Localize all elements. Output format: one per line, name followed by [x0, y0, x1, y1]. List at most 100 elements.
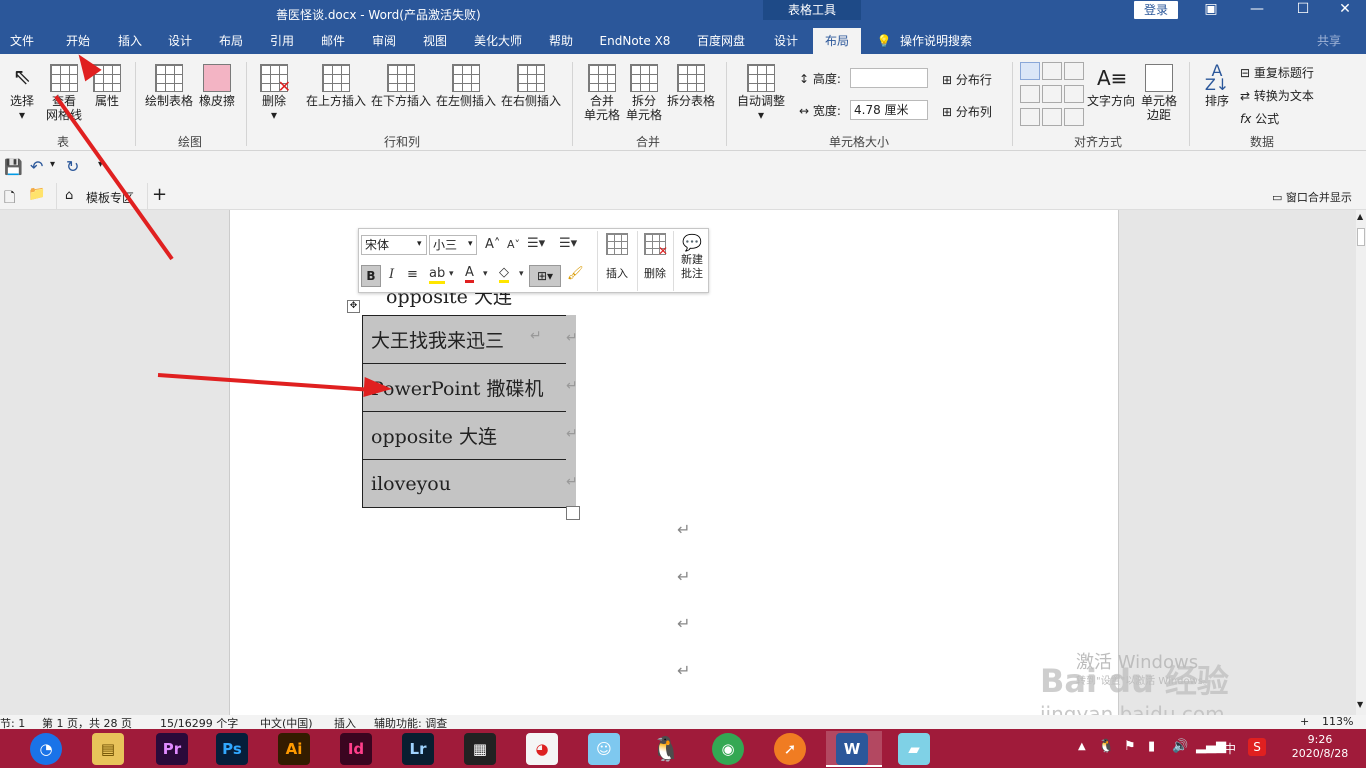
new-comment-button[interactable]: 💬 新建 批注	[675, 233, 709, 281]
tab-insert[interactable]: 插入	[108, 28, 152, 54]
premiere-icon[interactable]: Pr	[156, 733, 188, 765]
tab-layout[interactable]: 布局	[209, 28, 253, 54]
italic-icon[interactable]: I	[389, 267, 394, 282]
indesign-icon[interactable]: Id	[340, 733, 372, 765]
redo-icon[interactable]: ↻	[66, 157, 79, 176]
insert-above-button[interactable]: 在上方插入	[306, 64, 366, 108]
split-cells-button[interactable]: 拆分 单元格	[624, 64, 664, 122]
highlight-icon[interactable]: ab	[429, 266, 446, 284]
align-top-center-icon[interactable]	[1042, 62, 1062, 80]
font-dropdown-icon[interactable]: ▾	[417, 239, 422, 249]
font-color-dropdown-icon[interactable]: ▾	[483, 269, 488, 279]
bold-icon[interactable]: B	[361, 265, 381, 287]
text-direction-button[interactable]: A≡ 文字方向	[1086, 64, 1136, 108]
tab-endnote[interactable]: EndNote X8	[592, 28, 678, 54]
scroll-down-icon[interactable]: ▼	[1357, 700, 1363, 709]
format-painter-icon[interactable]: 🖌	[567, 266, 584, 281]
app-bird-icon[interactable]: ➚	[774, 733, 806, 765]
tab-design[interactable]: 设计	[158, 28, 202, 54]
table-cell[interactable]: PowerPoint 撒碟机	[362, 363, 567, 412]
convert-to-text-button[interactable]: ⇄ 转换为文本	[1240, 87, 1314, 104]
eraser-button[interactable]: 橡皮擦	[198, 64, 236, 108]
video-editor-icon[interactable]: ▦	[464, 733, 496, 765]
view-gridlines-button[interactable]: 查看 网格线	[44, 64, 84, 122]
align-middle-center-icon[interactable]	[1042, 85, 1062, 103]
distribute-rows-button[interactable]: ⊞ 分布行	[942, 71, 992, 88]
select-button[interactable]: ⇖ 选择 ▾	[6, 64, 38, 122]
bullets-icon[interactable]: ☰▾	[527, 236, 545, 251]
window-merge-button[interactable]: ▭ 窗口合并显示	[1272, 189, 1352, 205]
insert-right-button[interactable]: 在右侧插入	[501, 64, 561, 108]
new-document-icon[interactable]: 🗋	[4, 187, 15, 211]
sogou-ime-icon[interactable]: S	[1248, 738, 1266, 756]
delete-button[interactable]: ✕ 删除 ▾	[256, 64, 292, 122]
tray-expand-icon[interactable]: ▲	[1078, 741, 1086, 752]
align-top-left-icon[interactable]	[1020, 62, 1040, 80]
width-input[interactable]: 4.78 厘米	[850, 100, 928, 120]
tray-flag-icon[interactable]: ⚑	[1124, 739, 1136, 754]
shading-dropdown-icon[interactable]: ▾	[519, 269, 524, 279]
merge-cells-button[interactable]: 合并 单元格	[582, 64, 622, 122]
align-top-right-icon[interactable]	[1064, 62, 1084, 80]
minimize-icon[interactable]: —	[1234, 0, 1280, 20]
tab-beautify[interactable]: 美化大师	[466, 28, 530, 54]
height-input[interactable]	[850, 68, 928, 88]
undo-dropdown-icon[interactable]: ▾	[50, 159, 55, 170]
tab-mailings[interactable]: 邮件	[311, 28, 355, 54]
grow-font-icon[interactable]: A˄	[485, 237, 500, 252]
maximize-icon[interactable]: ☐	[1280, 0, 1326, 20]
formula-button[interactable]: fx 公式	[1240, 110, 1279, 127]
folder-icon[interactable]: 📁	[28, 186, 45, 202]
size-dropdown-icon[interactable]: ▾	[468, 239, 473, 249]
tab-view[interactable]: 视图	[413, 28, 457, 54]
center-align-icon[interactable]: ≡	[407, 267, 418, 282]
clock[interactable]: 9:26 2020/8/28	[1290, 733, 1350, 761]
close-icon[interactable]: ✕	[1322, 0, 1366, 20]
tab-file[interactable]: 文件	[0, 28, 44, 54]
mini-delete-button[interactable]: ✕ 删除	[639, 233, 671, 281]
tab-table-design[interactable]: 设计	[763, 28, 809, 54]
word-taskbar-active[interactable]: W	[826, 731, 882, 767]
tray-volume-icon[interactable]: 🔊	[1172, 739, 1188, 754]
save-icon[interactable]: 💾	[4, 158, 23, 176]
scroll-up-icon[interactable]: ▲	[1357, 212, 1363, 221]
tab-baidu-netdisk[interactable]: 百度网盘	[688, 28, 754, 54]
insert-below-button[interactable]: 在下方插入	[371, 64, 431, 108]
shading-icon[interactable]: ◇	[499, 265, 509, 283]
align-bottom-right-icon[interactable]	[1064, 108, 1084, 126]
share-button[interactable]: 共享	[1304, 28, 1354, 54]
tab-references[interactable]: 引用	[260, 28, 304, 54]
add-tab-button[interactable]: +	[152, 184, 167, 205]
illustrator-icon[interactable]: Ai	[278, 733, 310, 765]
browser-icon[interactable]: ◔	[30, 733, 62, 765]
tray-battery-icon[interactable]: ▮	[1148, 739, 1155, 754]
photoshop-icon[interactable]: Ps	[216, 733, 248, 765]
ribbon-display-options-icon[interactable]: ▣	[1188, 0, 1234, 20]
distribute-cols-button[interactable]: ⊞ 分布列	[942, 103, 992, 120]
font-color-icon[interactable]: A	[465, 265, 474, 283]
align-middle-left-icon[interactable]	[1020, 85, 1040, 103]
app-cat-icon[interactable]: ☺	[588, 733, 620, 765]
insert-left-button[interactable]: 在左侧插入	[436, 64, 496, 108]
shrink-font-icon[interactable]: A˅	[507, 238, 520, 251]
sort-button[interactable]: A Z↓ 排序	[1200, 63, 1234, 109]
numbering-icon[interactable]: ☰▾	[559, 236, 577, 251]
align-bottom-left-icon[interactable]	[1020, 108, 1040, 126]
app-pinwheel-icon[interactable]: ◕	[526, 733, 558, 765]
highlight-dropdown-icon[interactable]: ▾	[449, 269, 454, 279]
vertical-scrollbar[interactable]: ▲ ▼	[1356, 210, 1366, 715]
lightroom-icon[interactable]: Lr	[402, 733, 434, 765]
zoom-level[interactable]: 113%	[1322, 715, 1353, 728]
autofit-button[interactable]: 自动调整 ▾	[734, 64, 788, 122]
ime-indicator[interactable]: 中	[1224, 740, 1236, 757]
repeat-header-button[interactable]: ⊟ 重复标题行	[1240, 64, 1314, 81]
mini-insert-button[interactable]: 插入	[601, 233, 633, 281]
tell-me-search[interactable]: 操作说明搜索	[900, 28, 984, 54]
table-cell[interactable]: iloveyou	[362, 459, 567, 508]
tray-network-icon[interactable]: ▂▄▆	[1196, 739, 1226, 754]
table-move-handle-icon[interactable]: ✥	[347, 300, 360, 313]
qq-icon[interactable]: 🐧	[650, 733, 682, 765]
tab-help[interactable]: 帮助	[539, 28, 583, 54]
chrome-icon[interactable]: ◉	[712, 733, 744, 765]
borders-icon[interactable]: ⊞▾	[529, 265, 561, 287]
